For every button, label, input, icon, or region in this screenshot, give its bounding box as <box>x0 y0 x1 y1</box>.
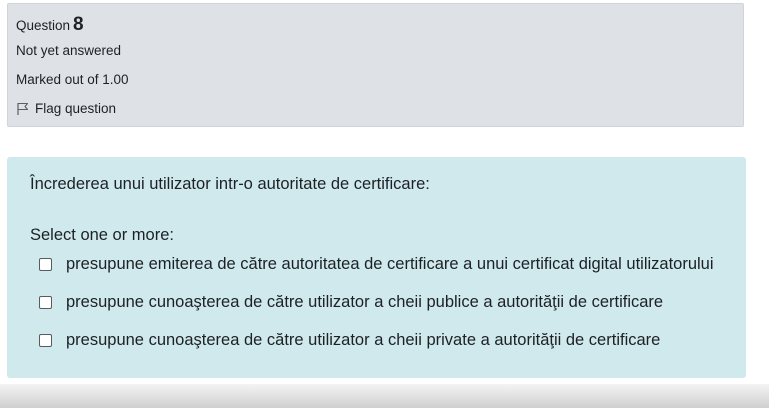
question-content-panel: Încrederea unui utilizator intr-o autori… <box>7 157 746 378</box>
answer-prompt: Select one or more: <box>30 226 174 244</box>
answer-checkbox-1[interactable] <box>39 258 52 271</box>
answer-option-2[interactable]: presupune cunoaşterea de către utilizato… <box>39 293 663 312</box>
answer-label-2: presupune cunoaşterea de către utilizato… <box>66 293 664 311</box>
question-number-line: Question 8 <box>16 14 743 36</box>
flag-question-link[interactable]: Flag question <box>16 101 743 116</box>
flag-icon <box>16 102 30 116</box>
question-state: Not yet answered <box>16 43 122 58</box>
answer-label-3: presupune cunoaşterea de către utilizato… <box>66 331 661 349</box>
answer-label-1: presupune emiterea de către autoritatea … <box>66 255 714 273</box>
question-number: 8 <box>73 14 84 35</box>
window-bottom-edge <box>0 384 769 408</box>
answer-option-1[interactable]: presupune emiterea de către autoritatea … <box>39 255 714 274</box>
answer-option-3[interactable]: presupune cunoaşterea de către utilizato… <box>39 331 660 350</box>
question-info-panel: Question 8 Not yet answered Marked out o… <box>7 3 744 127</box>
answer-checkbox-2[interactable] <box>39 296 52 309</box>
question-grade: Marked out of 1.00 <box>16 72 129 87</box>
question-text: Încrederea unui utilizator intr-o autori… <box>30 175 430 193</box>
answer-checkbox-3[interactable] <box>39 334 52 347</box>
question-label: Question <box>16 18 71 33</box>
flag-question-label: Flag question <box>35 101 117 116</box>
